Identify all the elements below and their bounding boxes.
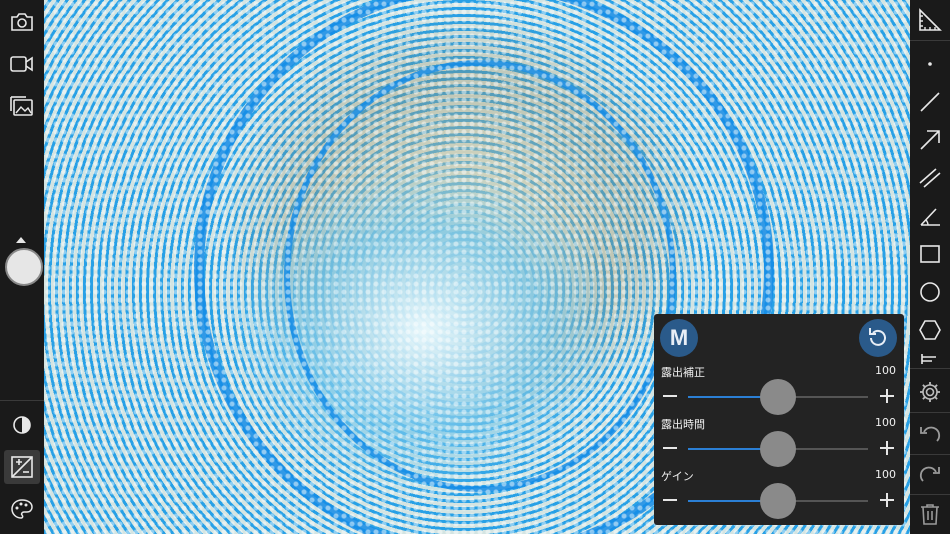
exposure-time-increase-button[interactable]: [879, 440, 895, 456]
exposure-icon: [11, 456, 33, 478]
exposure-compensation-slider[interactable]: [688, 379, 868, 415]
palette-icon: [11, 499, 33, 519]
shutter-expand-arrow-icon[interactable]: [16, 237, 26, 243]
video-icon: [10, 56, 33, 72]
gain-decrease-button[interactable]: [662, 492, 678, 508]
exposure-compensation-value: 100: [875, 364, 896, 377]
toolbar-divider: [910, 412, 950, 413]
rectangle-icon: [920, 245, 940, 263]
slider-thumb[interactable]: [760, 431, 796, 467]
trash-icon: [921, 504, 939, 525]
camera-icon: [11, 13, 33, 31]
redo-icon: [919, 466, 940, 482]
slider-thumb[interactable]: [760, 483, 796, 519]
settings-button[interactable]: [916, 378, 944, 406]
exposure-time-label: 露出時間: [661, 418, 705, 431]
gain-label: ゲイン: [661, 470, 694, 483]
parallel-lines-icon: [919, 168, 941, 188]
exposure-time-decrease-button[interactable]: [662, 440, 678, 456]
exposure-time-slider[interactable]: [688, 431, 868, 467]
angle-tool-button[interactable]: [916, 203, 944, 229]
exposure-control-panel: M 露出補正 100 露出時間 100 ゲイン 100: [654, 314, 904, 525]
circle-tool-button[interactable]: [916, 279, 944, 305]
exposure-compensation-increase-button[interactable]: [879, 388, 895, 404]
more-tools-peek[interactable]: [916, 352, 944, 364]
parallel-tool-button[interactable]: [916, 165, 944, 191]
polygon-tool-button[interactable]: [916, 317, 944, 343]
left-toolbar: [0, 0, 44, 534]
exposure-compensation-decrease-button[interactable]: [662, 388, 678, 404]
redo-button[interactable]: [916, 460, 944, 488]
camera-capture-button[interactable]: [8, 8, 36, 36]
reset-icon: [869, 328, 886, 346]
gear-icon: [920, 382, 940, 402]
ruler-icon: [919, 8, 942, 31]
text-tool-icon: [921, 354, 936, 364]
gain-increase-button[interactable]: [879, 492, 895, 508]
gallery-icon: [10, 96, 33, 116]
video-record-button[interactable]: [8, 50, 36, 78]
manual-mode-label: M: [669, 325, 689, 350]
contrast-button[interactable]: [10, 413, 34, 437]
slider-thumb[interactable]: [760, 379, 796, 415]
toolbar-divider: [910, 368, 950, 369]
point-tool-button[interactable]: [916, 52, 944, 76]
toolbar-divider: [910, 40, 950, 41]
exposure-button[interactable]: [8, 453, 36, 481]
delete-button[interactable]: [916, 500, 944, 528]
angle-icon: [920, 208, 940, 226]
right-toolbar: [910, 0, 950, 534]
point-icon: [928, 62, 932, 66]
exposure-compensation-label: 露出補正: [661, 366, 705, 379]
color-button[interactable]: [10, 497, 34, 521]
manual-mode-button[interactable]: M: [660, 319, 698, 357]
reset-button[interactable]: [859, 319, 897, 357]
contrast-icon: [13, 416, 31, 434]
undo-button[interactable]: [916, 420, 944, 448]
undo-icon: [920, 426, 941, 442]
line-tool-button[interactable]: [916, 89, 944, 115]
arrow-icon: [920, 130, 940, 150]
shutter-button[interactable]: [5, 248, 43, 286]
toolbar-divider: [910, 454, 950, 455]
arrow-tool-button[interactable]: [916, 127, 944, 153]
toolbar-divider: [910, 494, 950, 495]
circle-icon: [920, 282, 940, 302]
exposure-time-value: 100: [875, 416, 896, 429]
gain-slider[interactable]: [688, 483, 868, 519]
line-icon: [920, 92, 940, 112]
toolbar-divider: [0, 400, 44, 401]
gain-value: 100: [875, 468, 896, 481]
rectangle-tool-button[interactable]: [916, 241, 944, 267]
gallery-button[interactable]: [8, 92, 36, 120]
measure-button[interactable]: [916, 6, 944, 34]
hexagon-icon: [919, 320, 941, 340]
